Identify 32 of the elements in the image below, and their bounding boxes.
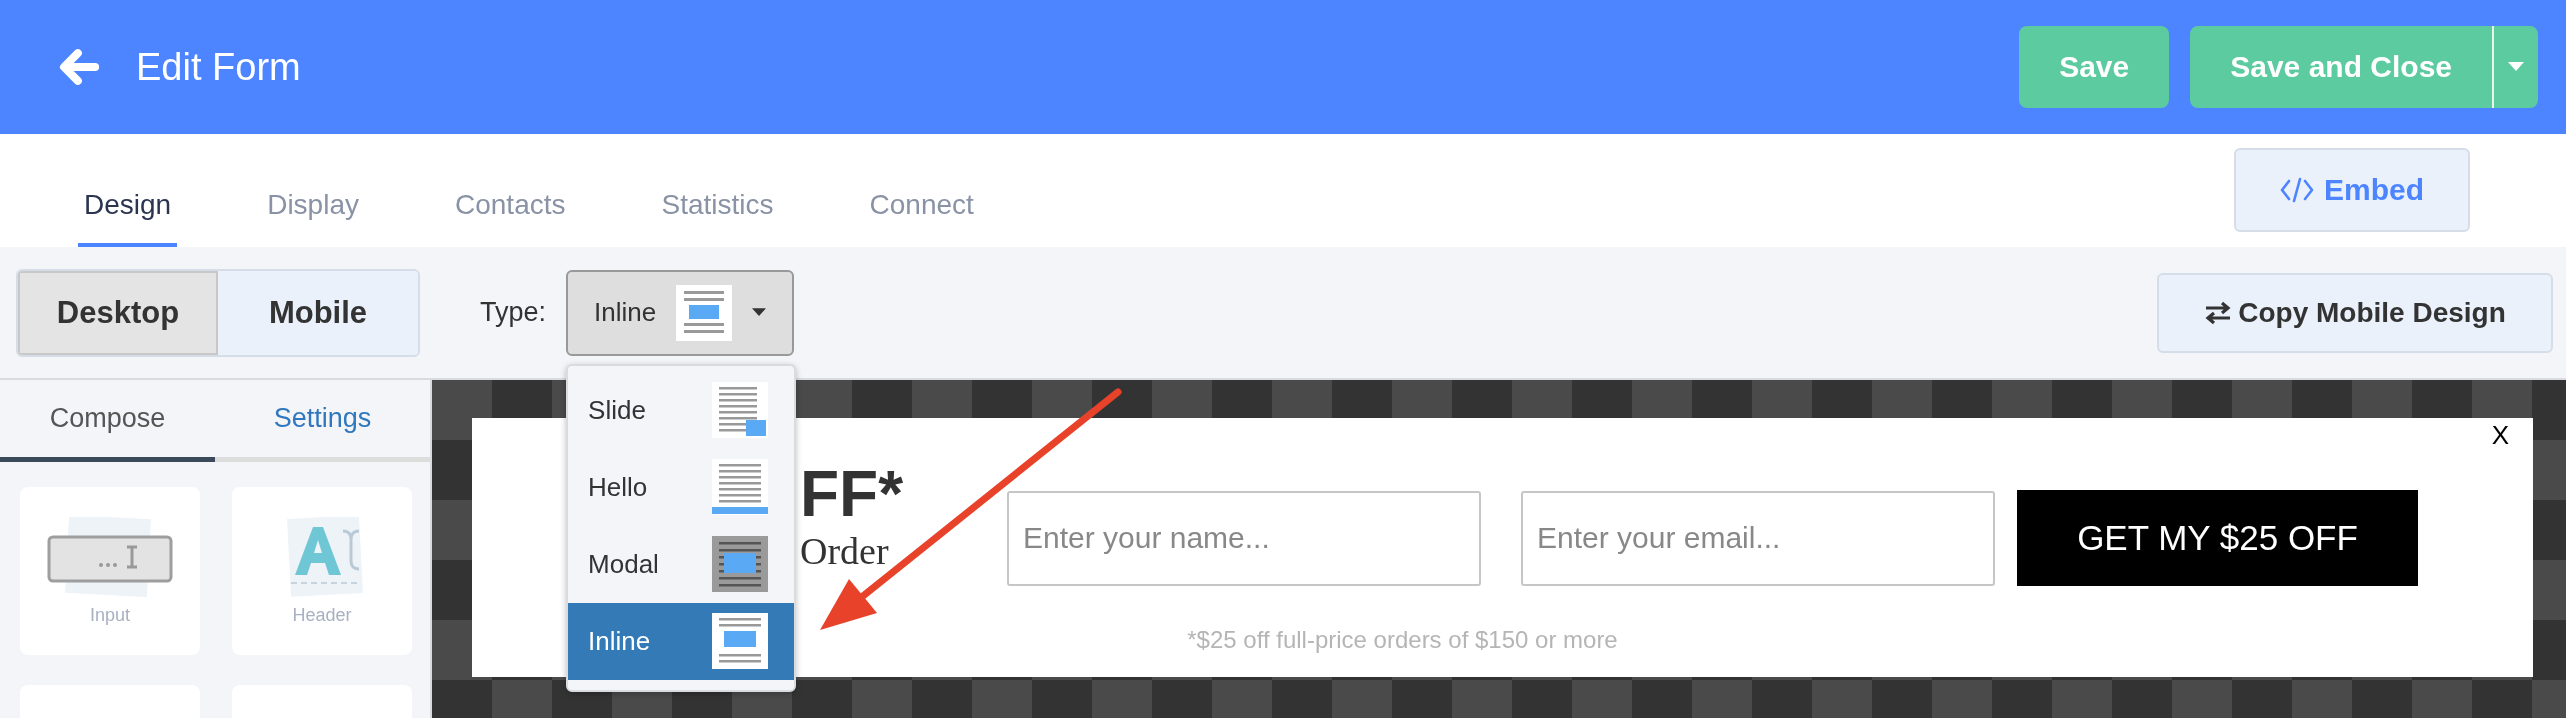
save-options-button[interactable]	[2492, 26, 2538, 108]
copy-mobile-design-button[interactable]: Copy Mobile Design	[2157, 272, 2553, 353]
layout-icon	[712, 459, 769, 515]
type-option[interactable]: Inline	[568, 602, 795, 680]
type-select[interactable]: Inline	[566, 269, 795, 356]
element-label: Input	[89, 604, 130, 626]
caret-icon	[752, 308, 767, 317]
type-option[interactable]: Modal	[568, 525, 795, 603]
panel-tab[interactable]: Compose	[0, 380, 215, 462]
modal-layout-icon	[712, 536, 769, 592]
nav-tab[interactable]: Design	[78, 189, 178, 247]
layout-icon	[676, 282, 733, 343]
type-label: Type:	[480, 297, 547, 328]
disclaimer-text: *$25 off full-price orders of $150 or more	[1187, 626, 1618, 654]
form-subline: Order	[800, 529, 890, 573]
page-title: Edit Form	[136, 45, 301, 89]
submit-button[interactable]: GET MY $25 OFF	[2017, 490, 2418, 586]
element-label: Header	[292, 604, 352, 626]
form-headline: FF*	[800, 459, 905, 529]
swap-arrows-icon	[2204, 300, 2233, 325]
email-field[interactable]: Enter your email...	[1521, 490, 1995, 586]
close-button[interactable]: X	[2491, 420, 2509, 451]
layout-icon	[712, 382, 769, 438]
code-icon	[2280, 177, 2314, 203]
layout-icon	[712, 613, 769, 669]
type-option[interactable]: Slide	[568, 371, 795, 449]
device-toggle[interactable]: Mobile	[218, 270, 418, 355]
type-option[interactable]: Hello	[568, 448, 795, 526]
name-field[interactable]: Enter your name...	[1007, 490, 1481, 586]
input-field-icon	[45, 516, 175, 597]
device-toggle[interactable]: Desktop	[18, 270, 218, 355]
caret-icon	[2508, 62, 2524, 72]
